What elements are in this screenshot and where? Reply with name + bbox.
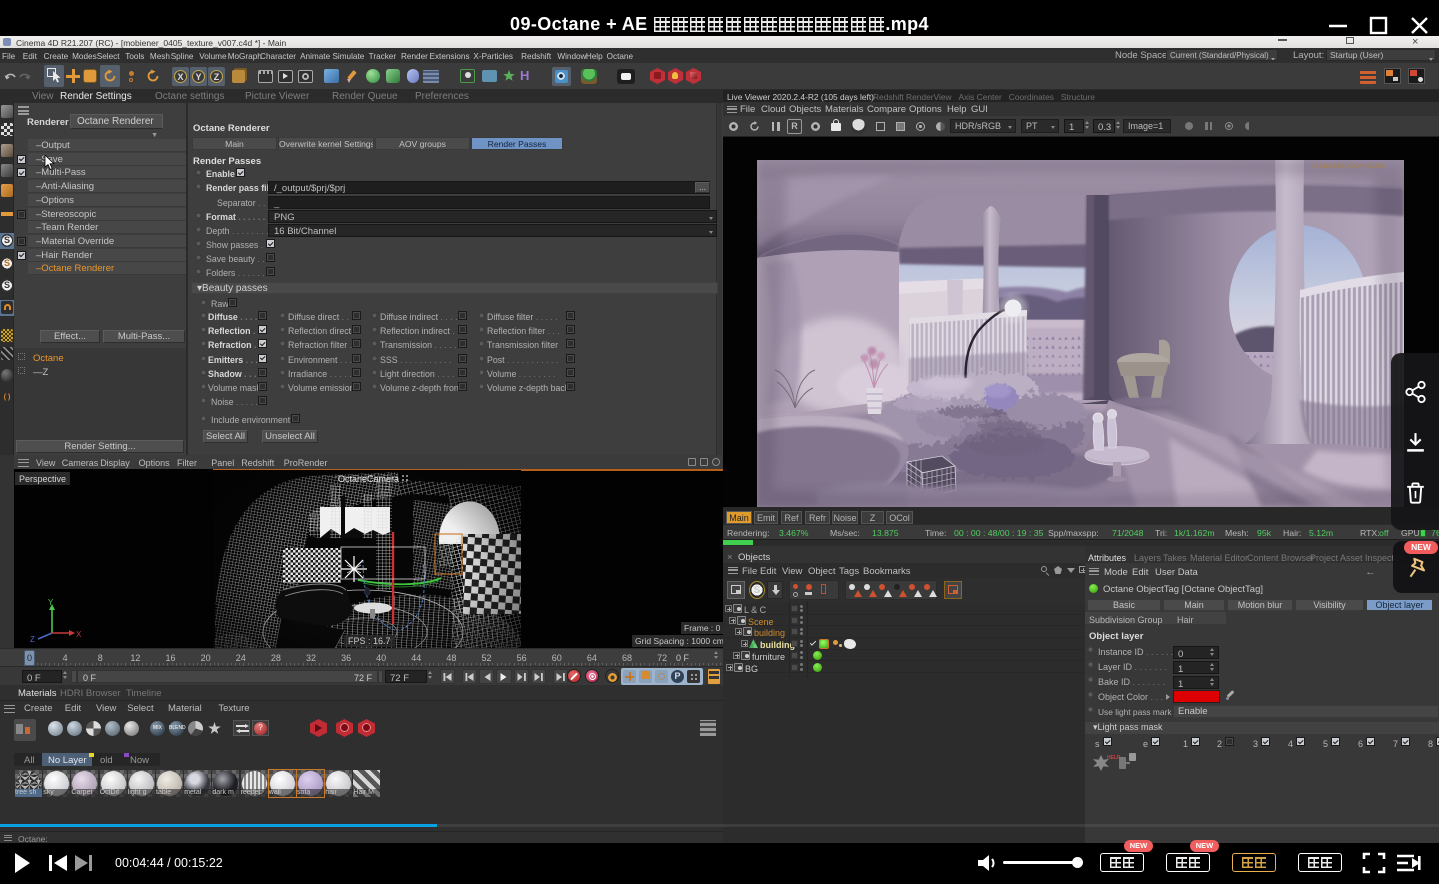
svg-text:Y: Y (48, 598, 54, 607)
svg-text:X: X (76, 630, 82, 639)
svg-text:Z: Z (30, 635, 35, 644)
